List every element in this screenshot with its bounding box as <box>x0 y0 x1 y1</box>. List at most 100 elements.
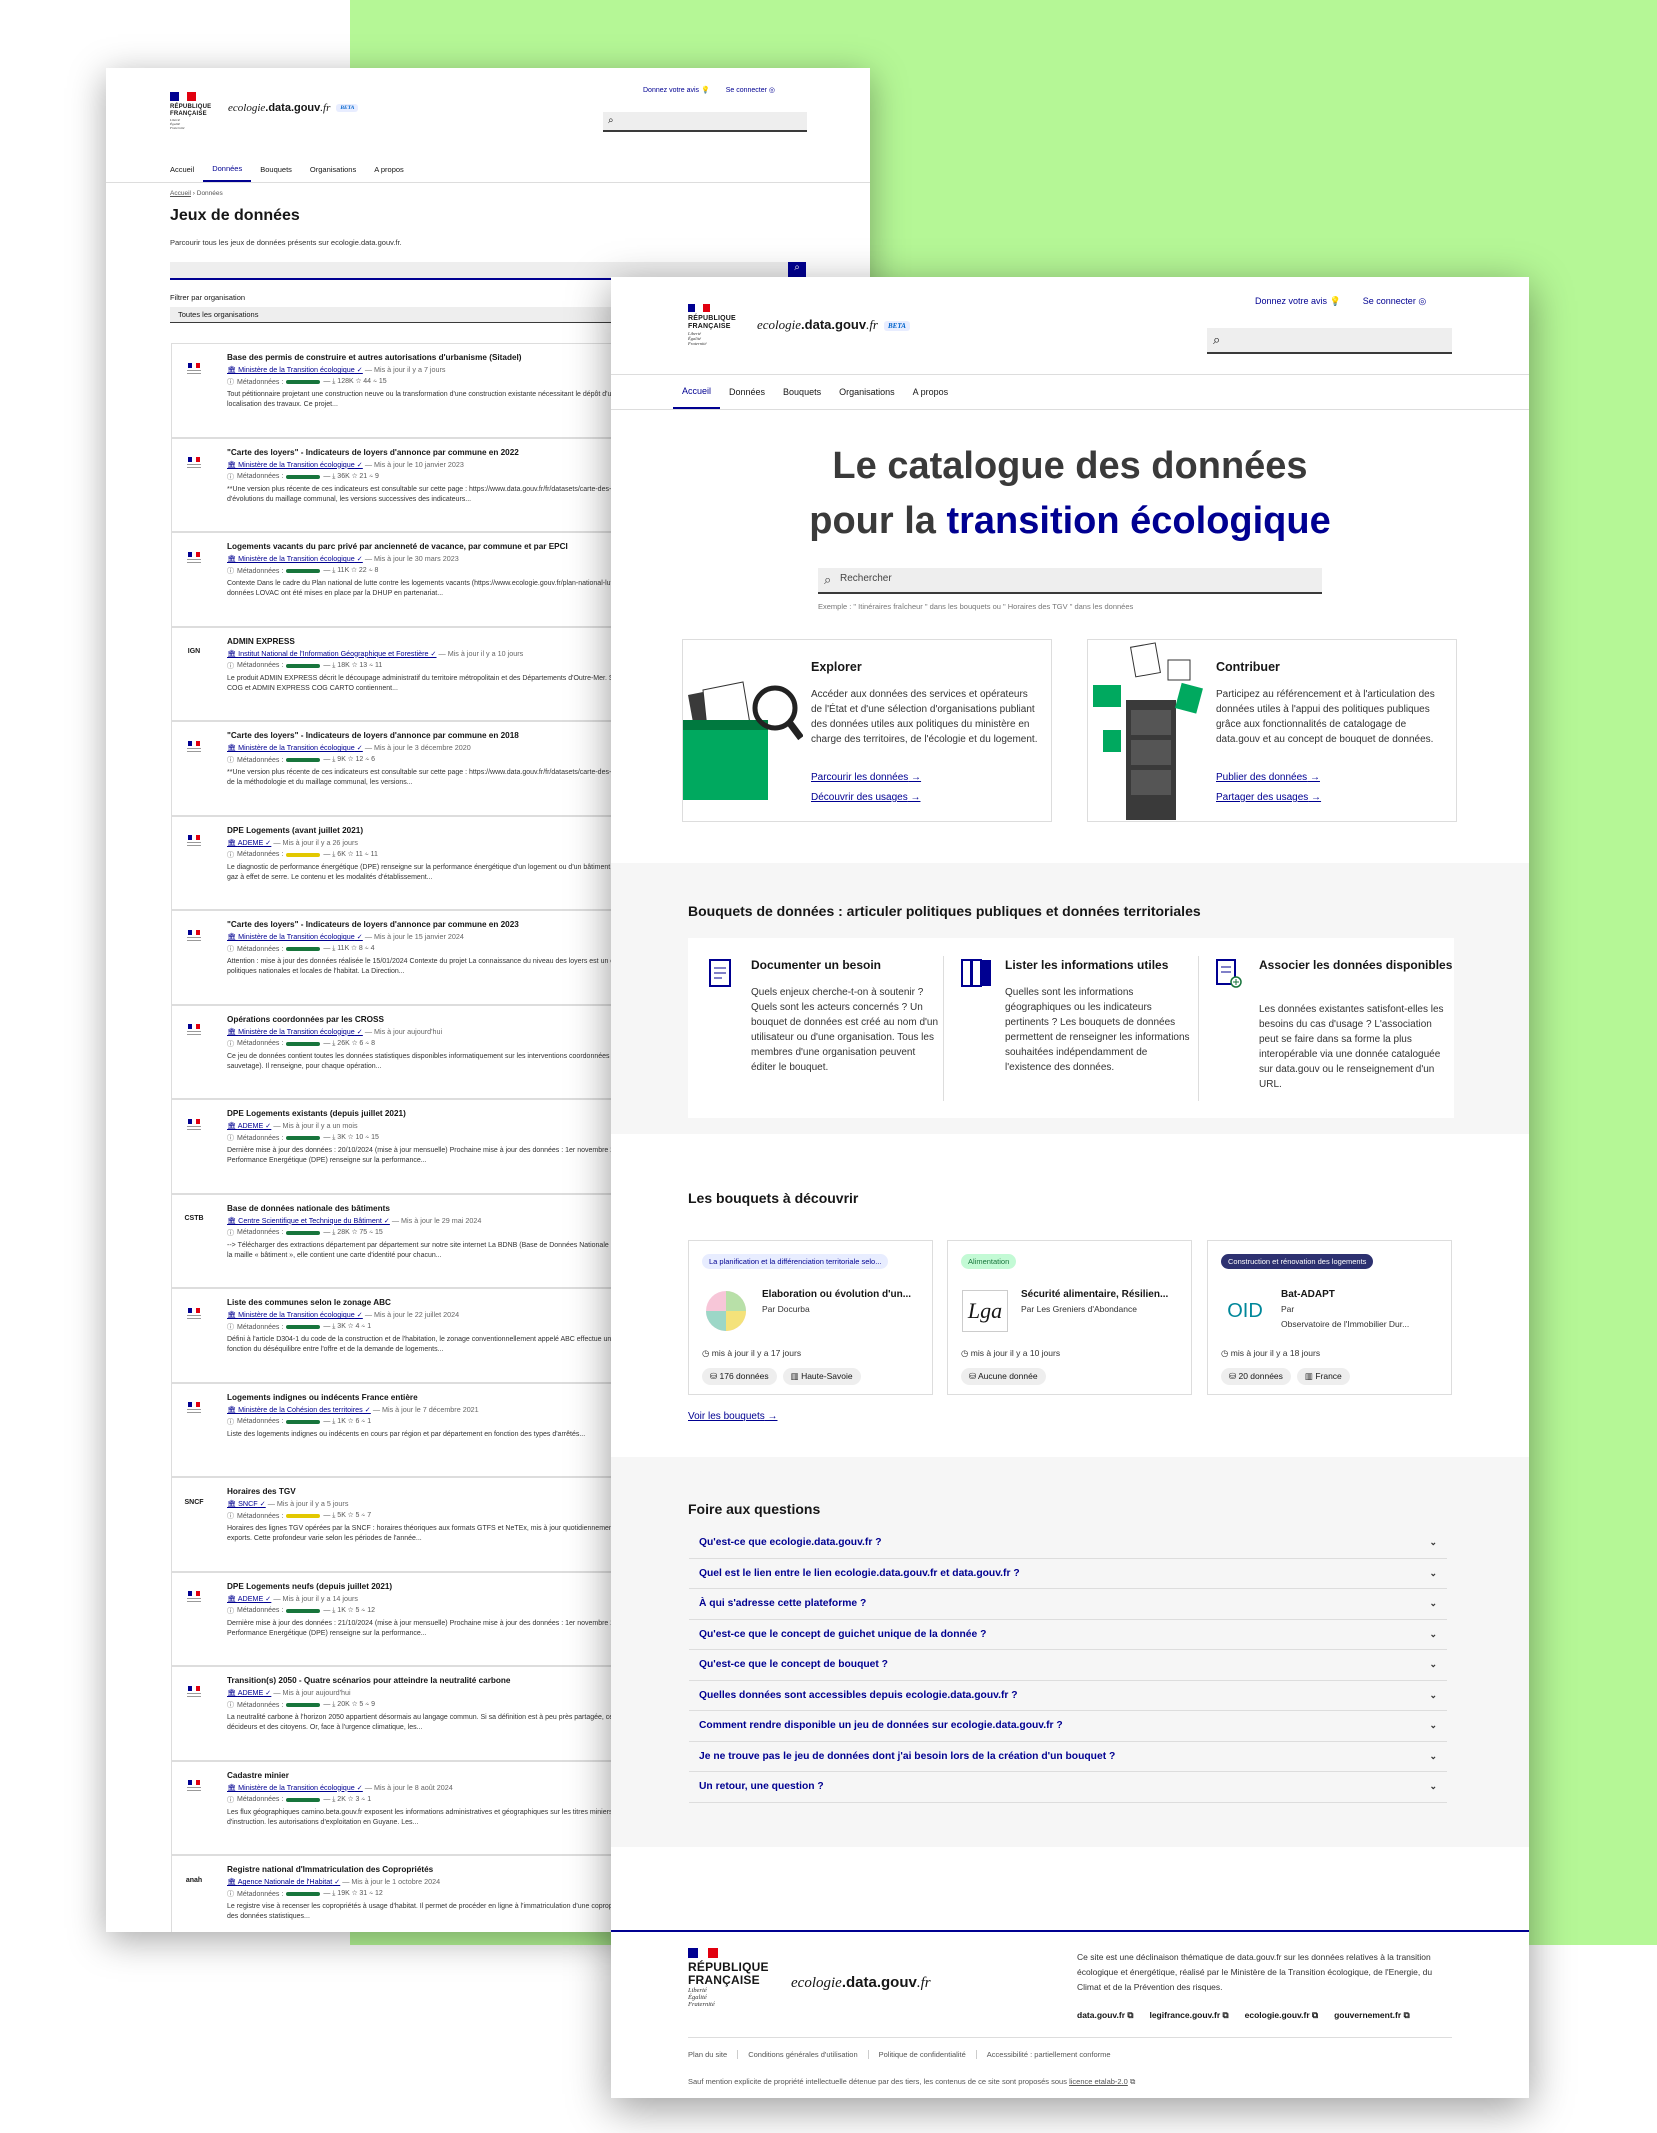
dataset-title[interactable]: "Carte des loyers" - Indicateurs de loye… <box>227 731 519 740</box>
publish-data-link[interactable]: Publier des données → <box>1216 772 1320 783</box>
clock-icon: ◷ <box>961 1348 969 1358</box>
organisation-link[interactable]: 🏛 ADEME ✓ <box>227 1688 271 1697</box>
nav-apropos[interactable]: A propos <box>365 156 413 182</box>
faq-item[interactable]: Quelles données sont accessibles depuis … <box>689 1681 1447 1711</box>
faq-item[interactable]: À qui s'adresse cette plateforme ? ⌄ <box>689 1589 1447 1620</box>
browse-data-link[interactable]: Parcourir les données → <box>811 772 921 783</box>
dataset-title[interactable]: DPE Logements (avant juillet 2021) <box>227 826 363 835</box>
main-nav: Accueil Données Bouquets Organisations A… <box>673 374 957 409</box>
organisation-link[interactable]: 🏛 Ministère de la Transition écologique … <box>227 743 363 752</box>
organisation-link[interactable]: 🏛 Agence Nationale de l'Habitat ✓ <box>227 1877 340 1886</box>
organisation-link[interactable]: 🏛 Ministère de la Transition écologique … <box>227 1027 363 1036</box>
faq-item[interactable]: Un retour, une question ? ⌄ <box>689 1772 1447 1803</box>
feedback-link[interactable]: Donnez votre avis 💡 <box>643 86 710 94</box>
nav-accueil[interactable]: Accueil <box>161 156 203 182</box>
dataset-title[interactable]: DPE Logements existants (depuis juillet … <box>227 1109 406 1118</box>
metadata-quality-bar <box>286 1230 321 1235</box>
lightbulb-icon: 💡 <box>700 87 710 94</box>
info-icon: ⓘ <box>227 568 234 575</box>
organisation-link[interactable]: 🏛 Institut National de l'Information Géo… <box>227 649 437 658</box>
faq-item[interactable]: Qu'est-ce que le concept de bouquet ? ⌄ <box>689 1650 1447 1681</box>
organisation-link[interactable]: 🏛 Ministère de la Transition écologique … <box>227 460 363 469</box>
contribuer-title: Contribuer <box>1216 660 1280 674</box>
footer-link-ecologie[interactable]: ecologie.gouv.fr ⧉ <box>1245 2010 1318 2021</box>
footer-republique-logo[interactable]: RÉPUBLIQUE FRANÇAISE Liberté Égalité Fra… <box>688 1948 769 2008</box>
dataset-title[interactable]: Base de données nationale des bâtiments <box>227 1204 390 1213</box>
footer-link-datagouv[interactable]: data.gouv.fr ⧉ <box>1077 2010 1133 2021</box>
footer-cgu[interactable]: Conditions générales d'utilisation <box>738 2050 869 2059</box>
organisation-link[interactable]: 🏛 Ministère de la Cohésion des territoir… <box>227 1405 371 1414</box>
user-icon: ◎ <box>1418 296 1427 306</box>
faq-item[interactable]: Comment rendre disponible un jeu de donn… <box>689 1711 1447 1742</box>
see-bouquets-link[interactable]: Voir les bouquets → <box>688 1411 778 1422</box>
search-button[interactable]: ⌕ <box>788 262 806 278</box>
site-name[interactable]: ecologie.data.gouv.fr BETA <box>228 102 359 114</box>
nav-donnees[interactable]: Données <box>203 156 252 182</box>
breadcrumb-home[interactable]: Accueil <box>170 190 191 197</box>
footer-accessibility[interactable]: Accessibilité : partiellement conforme <box>977 2050 1121 2059</box>
hero-title-line2: pour la transition écologique <box>809 500 1331 542</box>
nav-organisations[interactable]: Organisations <box>301 156 365 182</box>
binders-icon <box>961 959 991 987</box>
license-link[interactable]: licence etalab-2.0 <box>1069 2077 1128 2086</box>
dataset-title[interactable]: Base des permis de construire et autres … <box>227 353 522 362</box>
faq-item[interactable]: Qu'est-ce que ecologie.data.gouv.fr ? ⌄ <box>689 1528 1447 1559</box>
territory-chip: ▥ France <box>1296 1368 1350 1385</box>
search-input[interactable]: ⌕ <box>603 112 807 132</box>
organisation-link[interactable]: 🏛 ADEME ✓ <box>227 1594 271 1603</box>
bouquet-card[interactable]: La planification et la différenciation t… <box>688 1240 933 1395</box>
dataset-title[interactable]: Logements vacants du parc privé par anci… <box>227 542 568 551</box>
dataset-title[interactable]: Horaires des TGV <box>227 1487 296 1496</box>
footer-link-legifrance[interactable]: legifrance.gouv.fr ⧉ <box>1149 2010 1228 2021</box>
dataset-title[interactable]: DPE Logements neufs (depuis juillet 2021… <box>227 1582 392 1591</box>
header-search-input[interactable]: ⌕ <box>1207 328 1452 354</box>
discover-usages-link[interactable]: Découvrir des usages → <box>811 792 921 803</box>
organisation-link[interactable]: 🏛 ADEME ✓ <box>227 838 271 847</box>
republique-logo[interactable]: RÉPUBLIQUE FRANÇAISE Liberté Égalité Fra… <box>688 304 736 346</box>
dataset-title[interactable]: Liste des communes selon le zonage ABC <box>227 1298 391 1307</box>
organisation-link[interactable]: 🏛 Centre Scientifique et Technique du Bâ… <box>227 1216 390 1225</box>
faq-item[interactable]: Quel est le lien entre le lien ecologie.… <box>689 1559 1447 1589</box>
dataset-title[interactable]: "Carte des loyers" - Indicateurs de loye… <box>227 920 519 929</box>
footer-privacy[interactable]: Politique de confidentialité <box>869 2050 977 2059</box>
dataset-title[interactable]: Registre national d'Immatriculation des … <box>227 1865 433 1874</box>
organisation-link[interactable]: 🏛 SNCF ✓ <box>227 1499 266 1508</box>
nav-bouquets[interactable]: Bouquets <box>251 156 301 182</box>
nav-donnees[interactable]: Données <box>720 374 774 409</box>
metadata-quality-bar <box>286 569 321 573</box>
document-icon <box>709 959 731 987</box>
faq-item[interactable]: Je ne trouve pas le jeu de données dont … <box>689 1742 1447 1772</box>
bouquet-card[interactable]: Construction et rénovation des logements… <box>1207 1240 1452 1395</box>
organisation-link[interactable]: 🏛 ADEME ✓ <box>227 1121 271 1130</box>
login-link[interactable]: Se connecter ◎ <box>726 86 775 94</box>
nav-accueil[interactable]: Accueil <box>673 374 721 409</box>
dataset-title[interactable]: "Carte des loyers" - Indicateurs de loye… <box>227 448 519 457</box>
faq-section: Foire aux questions Qu'est-ce que ecolog… <box>611 1457 1529 1847</box>
dataset-title[interactable]: Logements indignes ou indécents France e… <box>227 1393 418 1402</box>
organisation-link[interactable]: 🏛 Ministère de la Transition écologique … <box>227 554 363 563</box>
dataset-title[interactable]: Cadastre minier <box>227 1771 289 1780</box>
footer-site-name[interactable]: ecologie.data.gouv.fr <box>791 1974 931 1992</box>
nav-organisations[interactable]: Organisations <box>830 374 904 409</box>
organisation-link[interactable]: 🏛 Ministère de la Transition écologique … <box>227 1310 363 1319</box>
organisation-link[interactable]: 🏛 Ministère de la Transition écologique … <box>227 365 363 374</box>
dataset-title[interactable]: Opérations coordonnées par les CROSS <box>227 1015 384 1024</box>
nav-apropos[interactable]: A propos <box>904 374 958 409</box>
dataset-title[interactable]: ADMIN EXPRESS <box>227 637 295 646</box>
feedback-link[interactable]: Donnez votre avis 💡 <box>1255 296 1341 307</box>
republique-logo[interactable]: RÉPUBLIQUE FRANÇAISE Liberté Égalité Fra… <box>170 92 211 130</box>
organisation-link[interactable]: 🏛 Ministère de la Transition écologique … <box>227 932 363 941</box>
metadata-quality-bar <box>286 852 321 857</box>
site-name[interactable]: ecologie.data.gouv.fr BETA <box>757 317 910 333</box>
bouquet-card[interactable]: Alimentation Lga Sécurité alimentaire, R… <box>947 1240 1192 1395</box>
hero-search-input[interactable]: ⌕ Rechercher <box>818 568 1322 594</box>
dataset-title[interactable]: Transition(s) 2050 - Quatre scénarios po… <box>227 1676 510 1685</box>
nav-bouquets[interactable]: Bouquets <box>774 374 830 409</box>
footer-sitemap[interactable]: Plan du site <box>688 2050 739 2059</box>
organisation-link[interactable]: 🏛 Ministère de la Transition écologique … <box>227 1783 363 1792</box>
login-link[interactable]: Se connecter ◎ <box>1363 296 1426 307</box>
share-usages-link[interactable]: Partager des usages → <box>1216 792 1321 803</box>
faq-item[interactable]: Qu'est-ce que le concept de guichet uniq… <box>689 1620 1447 1650</box>
metadata-quality-bar <box>286 1608 321 1613</box>
footer-link-gouvernement[interactable]: gouvernement.fr ⧉ <box>1334 2010 1410 2021</box>
